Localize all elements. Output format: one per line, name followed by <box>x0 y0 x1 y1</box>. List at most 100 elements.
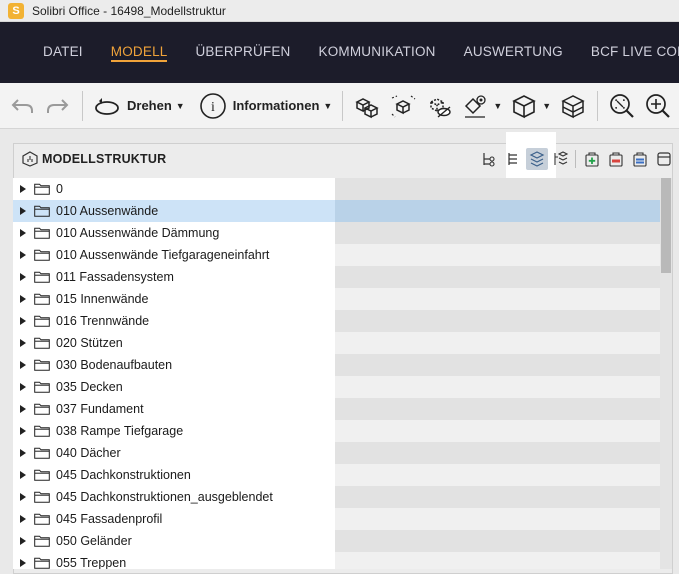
tree-row[interactable]: 045 Dachkonstruktionen_ausgeblendet <box>13 486 661 508</box>
folder-icon <box>34 337 50 349</box>
components-button[interactable] <box>349 89 385 123</box>
chevron-down-icon: ▼ <box>323 100 333 111</box>
app-icon: S <box>8 2 24 19</box>
vertical-scrollbar[interactable] <box>660 178 672 569</box>
chevron-down-icon: ▼ <box>175 100 185 111</box>
expand-arrow-icon[interactable] <box>20 295 26 303</box>
undo-button[interactable] <box>4 89 40 123</box>
zoom-in-icon <box>646 93 670 118</box>
undo-icon <box>11 98 33 113</box>
redo-button[interactable] <box>40 89 76 123</box>
toolbar-separator <box>597 90 599 121</box>
layer-tree-icon <box>554 151 569 165</box>
expand-arrow-icon[interactable] <box>20 449 26 457</box>
expand-arrow-icon[interactable] <box>20 471 26 479</box>
tree-row[interactable]: 0 <box>13 178 661 200</box>
tree-row-label: 045 Dachkonstruktionen <box>56 468 191 482</box>
tree-row[interactable]: 030 Bodenaufbauten <box>13 354 661 376</box>
expand-arrow-icon[interactable] <box>20 493 26 501</box>
tree-row[interactable]: 011 Fassadensystem <box>13 266 661 288</box>
tree-row[interactable]: 040 Dächer <box>13 442 661 464</box>
tree-hierarchy-icon <box>483 153 495 167</box>
tree-row[interactable]: 055 Treppen <box>13 552 661 569</box>
basket-add-icon <box>585 152 599 167</box>
menu-modell[interactable]: MODELL <box>110 44 168 62</box>
rotate-dropdown[interactable]: Drehen ▼ <box>89 89 189 123</box>
tree-row-label: 040 Dächer <box>56 446 121 460</box>
level-view-button[interactable] <box>502 148 524 170</box>
tree-row-label: 055 Treppen <box>56 556 127 569</box>
expand-arrow-icon[interactable] <box>20 361 26 369</box>
tree-row[interactable]: 038 Rampe Tiefgarage <box>13 420 661 442</box>
scrollbar-thumb[interactable] <box>661 178 671 273</box>
tree-view-button[interactable] <box>478 148 500 170</box>
rotate-label: Drehen <box>127 98 172 113</box>
tree-row[interactable]: 010 Aussenwände Tiefgarageneinfahrt <box>13 244 661 266</box>
menu-bcf-live-connect[interactable]: BCF LIVE CON <box>591 44 679 62</box>
expand-arrow-icon[interactable] <box>20 537 26 545</box>
view-cube-dropdown[interactable]: ▼ <box>506 89 555 123</box>
expand-arrow-icon[interactable] <box>20 207 26 215</box>
information-dropdown[interactable]: i Informationen ▼ <box>195 89 337 123</box>
tree-row-label: 010 Aussenwände Dämmung <box>56 226 220 240</box>
folder-icon <box>34 381 50 393</box>
tree-row[interactable]: 045 Fassadenprofil <box>13 508 661 530</box>
panel-layout-button[interactable] <box>653 148 675 170</box>
cubes-icon <box>355 97 379 118</box>
visibility-dropdown[interactable]: ▼ <box>457 89 506 123</box>
panel-tools-separator <box>575 150 576 168</box>
tree-row[interactable]: 037 Fundament <box>13 398 661 420</box>
tree-row[interactable]: 015 Innenwände <box>13 288 661 310</box>
expand-arrow-icon[interactable] <box>20 405 26 413</box>
menu-auswertung[interactable]: AUSWERTUNG <box>464 44 563 62</box>
isolate-button[interactable] <box>385 89 421 123</box>
expand-arrow-icon[interactable] <box>20 559 26 567</box>
folder-icon <box>34 403 50 415</box>
svg-text:i: i <box>211 100 215 115</box>
expand-arrow-icon[interactable] <box>20 427 26 435</box>
expand-arrow-icon[interactable] <box>20 185 26 193</box>
tree-row-label: 011 Fassadensystem <box>56 270 174 284</box>
folder-icon <box>34 249 50 261</box>
tree-row[interactable]: 010 Aussenwände Dämmung <box>13 222 661 244</box>
tree-row[interactable]: 020 Stützen <box>13 332 661 354</box>
tree-row-label: 016 Trennwände <box>56 314 150 328</box>
layer-view-button[interactable] <box>526 148 548 170</box>
section-box-icon <box>561 94 585 118</box>
folder-icon <box>34 447 50 459</box>
tree-row-label: 050 Geländer <box>56 534 132 548</box>
menu-kommunikation[interactable]: KOMMUNIKATION <box>319 44 436 62</box>
slice-button[interactable] <box>555 89 591 123</box>
tree-row-label: 030 Bodenaufbauten <box>56 358 173 372</box>
panel-tools <box>476 148 675 170</box>
tree-row[interactable]: 010 Aussenwände <box>13 200 661 222</box>
set-basket-button[interactable] <box>629 148 651 170</box>
tree-row-label: 045 Fassadenprofil <box>56 512 163 526</box>
zoom-extents-button[interactable] <box>604 89 640 123</box>
expand-arrow-icon[interactable] <box>20 317 26 325</box>
menu-datei[interactable]: DATEI <box>43 44 83 62</box>
expand-arrow-icon[interactable] <box>20 229 26 237</box>
tree-row[interactable]: 050 Geländer <box>13 530 661 552</box>
info-icon: i <box>199 92 226 119</box>
panel-title: MODELLSTRUKTUR <box>42 152 167 166</box>
expand-arrow-icon[interactable] <box>20 273 26 281</box>
add-basket-button[interactable] <box>581 148 603 170</box>
tree-row-label: 020 Stützen <box>56 336 123 350</box>
expand-arrow-icon[interactable] <box>20 383 26 391</box>
title-bar: S Solibri Office - 16498_Modellstruktur <box>0 0 679 22</box>
model-tree: 0 010 Aussenwände 010 Aussenwände Dämmung 0… <box>13 178 661 569</box>
layer-group-button[interactable] <box>550 148 572 170</box>
folder-icon <box>34 205 50 217</box>
expand-arrow-icon[interactable] <box>20 251 26 259</box>
expand-arrow-icon[interactable] <box>20 515 26 523</box>
menu-ueberpruefen[interactable]: ÜBERPRÜFEN <box>195 44 290 62</box>
tree-row[interactable]: 045 Dachkonstruktionen <box>13 464 661 486</box>
expand-arrow-icon[interactable] <box>20 339 26 347</box>
zoom-in-button[interactable] <box>640 89 676 123</box>
tree-row[interactable]: 016 Trennwände <box>13 310 661 332</box>
remove-basket-button[interactable] <box>605 148 627 170</box>
hide-button[interactable] <box>421 89 457 123</box>
folder-icon <box>34 227 50 239</box>
tree-row[interactable]: 035 Decken <box>13 376 661 398</box>
